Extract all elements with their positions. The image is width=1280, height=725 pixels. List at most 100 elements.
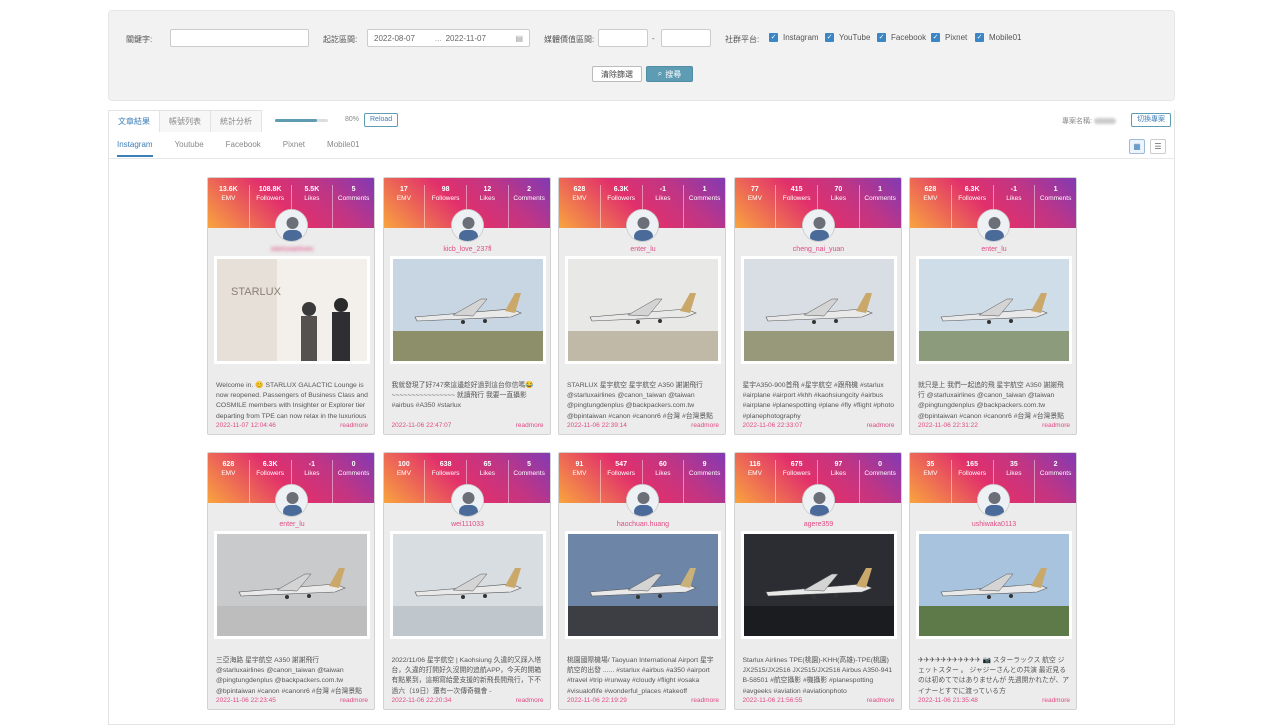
photo-image (743, 259, 894, 361)
username[interactable]: kicb_love_237fl (384, 246, 550, 253)
post-photo[interactable] (740, 531, 897, 639)
post-card[interactable]: 91 EMV 547 Followers 60 Likes 9 Comments hao… (558, 452, 726, 710)
post-card[interactable]: 116 EMV 675 Followers 97 Likes 0 Comments ag… (733, 452, 902, 710)
platform-checkbox-facebook[interactable]: ✓ Facebook (877, 33, 926, 42)
post-photo[interactable] (565, 531, 721, 639)
platform-checkbox-instagram[interactable]: ✓ Instagram (769, 33, 819, 42)
calendar-icon[interactable]: ▤ (515, 34, 523, 43)
date-range-input[interactable]: 2022-08-07 ... 2022-11-07 ▤ (367, 29, 530, 47)
platform-checkbox-youtube[interactable]: ✓ YouTube (825, 33, 870, 42)
keyword-label: 關鍵字: (126, 35, 153, 44)
username[interactable]: wei111033 (384, 521, 550, 528)
post-card[interactable]: 13.6K EMV 108.8K Followers 5.5K Likes 5 Comm… (207, 177, 375, 435)
post-photo[interactable] (916, 256, 1072, 364)
post-card[interactable]: 35 EMV 165 Followers 35 Likes 2 Comments ush… (909, 452, 1077, 710)
photo-image (568, 259, 718, 361)
readmore-link[interactable]: readmore (1042, 697, 1070, 704)
value-min-input[interactable] (598, 29, 648, 47)
subtab-youtube[interactable]: Youtube (175, 140, 204, 157)
readmore-link[interactable]: readmore (691, 422, 719, 429)
avatar[interactable] (801, 484, 835, 517)
user-icon (978, 485, 1009, 516)
tab-articles[interactable]: 文章結果 (108, 110, 160, 132)
post-card[interactable]: 100 EMV 638 Followers 65 Likes 5 Comments we… (382, 452, 551, 710)
username[interactable]: cheng_nai_yuan (735, 246, 901, 253)
subtab-instagram[interactable]: Instagram (117, 140, 153, 157)
avatar[interactable] (275, 209, 308, 242)
avatar[interactable] (801, 209, 835, 242)
readmore-link[interactable]: readmore (867, 697, 895, 704)
value-max-input[interactable] (661, 29, 711, 47)
check-icon: ✓ (931, 33, 940, 42)
post-text: 桃園國際機場/ Taoyuan International Airport 星宇… (567, 657, 714, 695)
search-button[interactable]: ⌕ 搜尋 (646, 66, 693, 82)
readmore-link[interactable]: readmore (691, 697, 719, 704)
post-photo[interactable] (565, 256, 721, 364)
post-footer: 2022-11-06 22:39:14 readmore (567, 422, 719, 429)
username[interactable]: ushiwaka0113 (910, 521, 1076, 528)
switch-project-button[interactable]: 切換專案 (1131, 113, 1171, 127)
post-footer: 2022-11-06 21:56:55 readmore (743, 697, 895, 704)
post-text: STARLUX 星宇航空 星宇航空 A350 謝謝飛行 @starluxairl… (567, 382, 713, 420)
avatar[interactable] (977, 209, 1010, 242)
post-card[interactable]: 17 EMV 98 Followers 12 Likes 2 Comments kicb… (382, 177, 551, 435)
subtab-facebook[interactable]: Facebook (226, 140, 261, 157)
post-photo[interactable] (916, 531, 1072, 639)
post-footer: 2022-11-06 21:35:48 readmore (918, 697, 1070, 704)
subtab-pixnet[interactable]: Pixnet (283, 140, 305, 157)
stat-emv: 116 EMV (747, 461, 762, 477)
avatar[interactable] (450, 209, 484, 242)
post-footer: 2022-11-06 22:20:34 readmore (392, 697, 544, 704)
post-text: Starlux Airlines TPE(桃園)-KHH(高雄)-TPE(桃園)… (742, 657, 893, 695)
post-card[interactable]: 628 EMV 6.3K Followers -1 Likes 0 Comments e… (207, 452, 375, 710)
post-card[interactable]: 77 EMV 415 Followers 70 Likes 1 Comments che… (733, 177, 902, 435)
post-photo[interactable] (214, 531, 370, 639)
avatar[interactable] (450, 484, 484, 517)
keyword-input[interactable] (170, 29, 309, 47)
post-photo[interactable] (389, 256, 546, 364)
username[interactable]: enter_lu (208, 521, 374, 528)
tab-accounts[interactable]: 帳號列表 (159, 110, 211, 132)
post-date: 2022-11-06 22:31:22 (918, 422, 978, 429)
platform-subtabs: Instagram Youtube Facebook Pixnet Mobile… (117, 140, 382, 157)
platform-checkbox-mobile01[interactable]: ✓ Mobile01 (975, 33, 1021, 42)
user-icon (276, 485, 307, 516)
post-photo[interactable] (389, 531, 546, 639)
stat-emv: 628 EMV (923, 186, 938, 202)
grid-view-icon[interactable]: ▦ (1129, 139, 1145, 154)
stat-emv: 77 EMV (747, 186, 762, 202)
readmore-link[interactable]: readmore (1042, 422, 1070, 429)
readmore-link[interactable]: readmore (867, 422, 895, 429)
post-card[interactable]: 628 EMV 6.3K Followers -1 Likes 1 Comments e… (909, 177, 1077, 435)
avatar[interactable] (626, 484, 659, 517)
check-icon: ✓ (975, 33, 984, 42)
post-footer: 2022-11-06 22:31:22 readmore (918, 422, 1070, 429)
readmore-link[interactable]: readmore (340, 697, 368, 704)
username[interactable]: enter_lu (559, 246, 725, 253)
post-card[interactable]: 628 EMV 6.3K Followers -1 Likes 1 Comments e… (558, 177, 726, 435)
stat-comments: 1 Comments (683, 185, 725, 228)
readmore-link[interactable]: readmore (516, 422, 544, 429)
username[interactable]: enter_lu (910, 246, 1076, 253)
reload-button[interactable]: Reload (364, 113, 399, 127)
readmore-link[interactable]: readmore (340, 422, 368, 429)
stat-comments: 2 Comments (507, 185, 550, 228)
subtab-mobile01[interactable]: Mobile01 (327, 140, 359, 157)
check-icon: ✓ (825, 33, 834, 42)
avatar[interactable] (977, 484, 1010, 517)
avatar[interactable] (275, 484, 308, 517)
readmore-link[interactable]: readmore (516, 697, 544, 704)
post-date: 2022-11-06 21:35:48 (918, 697, 978, 704)
avatar[interactable] (626, 209, 659, 242)
clear-filter-button[interactable]: 清除篩選 (592, 66, 642, 82)
platform-checkbox-pixnet[interactable]: ✓ Pixnet (931, 33, 967, 42)
post-photo[interactable] (740, 256, 897, 364)
stat-emv: 35 EMV (923, 461, 938, 477)
username[interactable]: agere359 (735, 521, 901, 528)
username[interactable]: haochuan.huang (559, 521, 725, 528)
post-photo[interactable]: STARLUX (214, 256, 370, 364)
list-view-icon[interactable]: ☰ (1150, 139, 1166, 154)
username[interactable]: starluxairlines (208, 246, 374, 253)
tab-statistics[interactable]: 統計分析 (210, 110, 262, 132)
photo-image (568, 534, 718, 636)
